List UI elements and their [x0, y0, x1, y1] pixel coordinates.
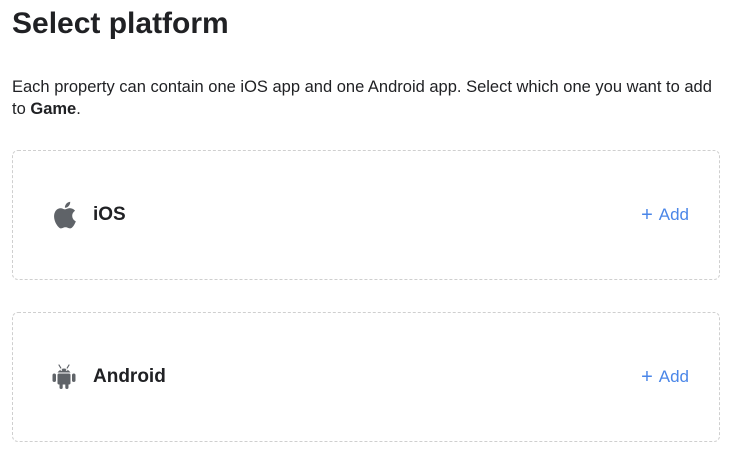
apple-icon	[49, 200, 79, 230]
description-text: Each property can contain one iOS app an…	[12, 78, 712, 118]
plus-icon: +	[641, 204, 653, 226]
platform-name-android: Android	[93, 366, 166, 387]
platform-card-android: Android + Add	[12, 312, 720, 442]
description-end: .	[76, 100, 81, 118]
platform-name-ios: iOS	[93, 204, 126, 225]
plus-icon: +	[641, 366, 653, 388]
android-icon	[49, 362, 79, 392]
add-ios-label: Add	[658, 205, 689, 224]
add-android-button[interactable]: + Add	[641, 367, 689, 387]
add-ios-button[interactable]: + Add	[641, 205, 689, 225]
platform-card-ios: iOS + Add	[12, 150, 720, 280]
platform-description: Each property can contain one iOS app an…	[12, 76, 728, 120]
property-name: Game	[30, 100, 77, 118]
page-title: Select platform	[12, 7, 229, 40]
add-android-label: Add	[658, 367, 689, 386]
